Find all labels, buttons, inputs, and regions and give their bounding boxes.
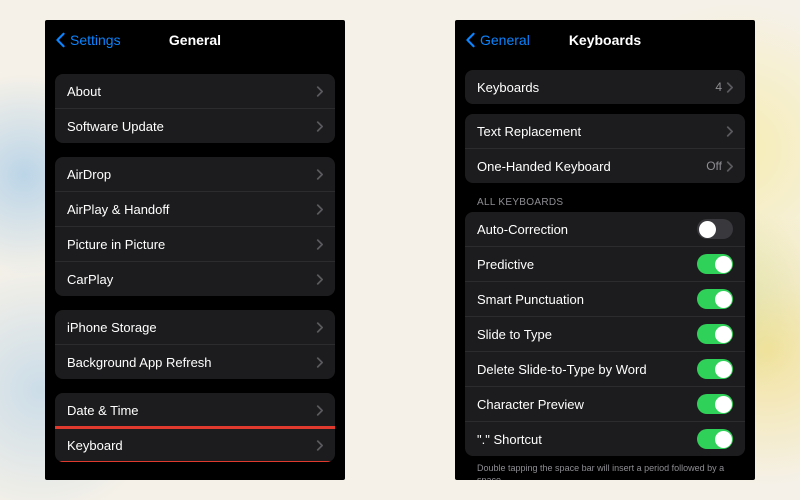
toggle-auto-correction[interactable] — [697, 219, 733, 239]
keyboards-content: Keyboards4 Text Replacement One-Handed K… — [455, 60, 755, 480]
row-slide-to-type: Slide to Type — [465, 316, 745, 351]
toggle-character-preview[interactable] — [697, 394, 733, 414]
row-label: Picture in Picture — [67, 237, 316, 252]
row-text-replacement[interactable]: Text Replacement — [465, 114, 745, 148]
row-keyboard[interactable]: Keyboard — [55, 427, 335, 462]
row-label: Date & Time — [67, 403, 316, 418]
row-label: iPhone Storage — [67, 320, 316, 335]
chevron-right-icon — [316, 121, 323, 132]
group-storage: iPhone Storage Background App Refresh — [55, 310, 335, 379]
row-value: 4 — [715, 80, 722, 94]
row-date-time[interactable]: Date & Time — [55, 393, 335, 427]
row-label: One-Handed Keyboard — [477, 159, 706, 174]
chevron-right-icon — [726, 161, 733, 172]
chevron-right-icon — [316, 239, 323, 250]
page-title-general: General — [169, 32, 221, 48]
group-text-replacement: Text Replacement One-Handed KeyboardOff — [465, 114, 745, 183]
row-label: Character Preview — [477, 397, 697, 412]
back-label: Settings — [70, 32, 121, 48]
row-background-app-refresh[interactable]: Background App Refresh — [55, 344, 335, 379]
row-label: Smart Punctuation — [477, 292, 697, 307]
row-period-shortcut: "." Shortcut — [465, 421, 745, 456]
group-about: About Software Update — [55, 74, 335, 143]
back-label: General — [480, 32, 530, 48]
toggle-delete-slide-word[interactable] — [697, 359, 733, 379]
row-software-update[interactable]: Software Update — [55, 108, 335, 143]
chevron-right-icon — [726, 82, 733, 93]
toggle-knob — [699, 221, 716, 238]
row-label: Software Update — [67, 119, 316, 134]
row-label: Predictive — [477, 257, 697, 272]
chevron-right-icon — [316, 440, 323, 451]
toggle-knob — [715, 256, 732, 273]
chevron-right-icon — [726, 126, 733, 137]
toggle-knob — [715, 326, 732, 343]
row-label: Auto-Correction — [477, 222, 697, 237]
section-all-keyboards: All Keyboards — [465, 183, 745, 212]
row-predictive: Predictive — [465, 246, 745, 281]
row-character-preview: Character Preview — [465, 386, 745, 421]
row-label: AirDrop — [67, 167, 316, 182]
chevron-right-icon — [316, 204, 323, 215]
toggle-knob — [715, 431, 732, 448]
row-value: Off — [706, 159, 722, 173]
row-keyboards[interactable]: Keyboards4 — [465, 70, 745, 104]
row-label: Slide to Type — [477, 327, 697, 342]
row-label: Delete Slide-to-Type by Word — [477, 362, 697, 377]
chevron-left-icon — [465, 32, 476, 48]
chevron-right-icon — [316, 322, 323, 333]
toggle-period-shortcut[interactable] — [697, 429, 733, 449]
toggle-knob — [715, 291, 732, 308]
phone-general: Settings General About Software Update A… — [45, 20, 345, 480]
row-airdrop[interactable]: AirDrop — [55, 157, 335, 191]
row-smart-punctuation: Smart Punctuation — [465, 281, 745, 316]
row-delete-slide-word: Delete Slide-to-Type by Word — [465, 351, 745, 386]
group-date-keyboard: Date & Time Keyboard — [55, 393, 335, 462]
row-label: "." Shortcut — [477, 432, 697, 447]
back-to-settings[interactable]: Settings — [55, 32, 121, 48]
page-title-keyboards: Keyboards — [569, 32, 641, 48]
chevron-right-icon — [316, 405, 323, 416]
chevron-right-icon — [316, 86, 323, 97]
row-auto-correction: Auto-Correction — [465, 212, 745, 246]
row-label: Keyboard — [67, 438, 316, 453]
row-picture-in-picture[interactable]: Picture in Picture — [55, 226, 335, 261]
back-to-general[interactable]: General — [465, 32, 530, 48]
row-airplay-handoff[interactable]: AirPlay & Handoff — [55, 191, 335, 226]
group-keyboards-count: Keyboards4 — [465, 70, 745, 104]
row-label: Keyboards — [477, 80, 715, 95]
row-label: About — [67, 84, 316, 99]
chevron-right-icon — [316, 274, 323, 285]
row-label: CarPlay — [67, 272, 316, 287]
toggle-knob — [715, 361, 732, 378]
row-one-handed-keyboard[interactable]: One-Handed KeyboardOff — [465, 148, 745, 183]
row-iphone-storage[interactable]: iPhone Storage — [55, 310, 335, 344]
chevron-left-icon — [55, 32, 66, 48]
general-content: About Software Update AirDrop AirPlay & … — [45, 60, 345, 480]
group-all-keyboards: Auto-Correction Predictive Smart Punctua… — [465, 212, 745, 456]
row-label: AirPlay & Handoff — [67, 202, 316, 217]
row-carplay[interactable]: CarPlay — [55, 261, 335, 296]
toggle-slide-to-type[interactable] — [697, 324, 733, 344]
chevron-right-icon — [316, 357, 323, 368]
row-label: Background App Refresh — [67, 355, 316, 370]
toggle-smart-punctuation[interactable] — [697, 289, 733, 309]
row-about[interactable]: About — [55, 74, 335, 108]
group-airdrop: AirDrop AirPlay & Handoff Picture in Pic… — [55, 157, 335, 296]
navbar-keyboards: General Keyboards — [455, 20, 755, 60]
row-label: Text Replacement — [477, 124, 726, 139]
toggle-knob — [715, 396, 732, 413]
toggle-predictive[interactable] — [697, 254, 733, 274]
phone-keyboards: General Keyboards Keyboards4 Text Replac… — [455, 20, 755, 480]
chevron-right-icon — [316, 169, 323, 180]
footer-note: Double tapping the space bar will insert… — [465, 456, 745, 480]
navbar-general: Settings General — [45, 20, 345, 60]
